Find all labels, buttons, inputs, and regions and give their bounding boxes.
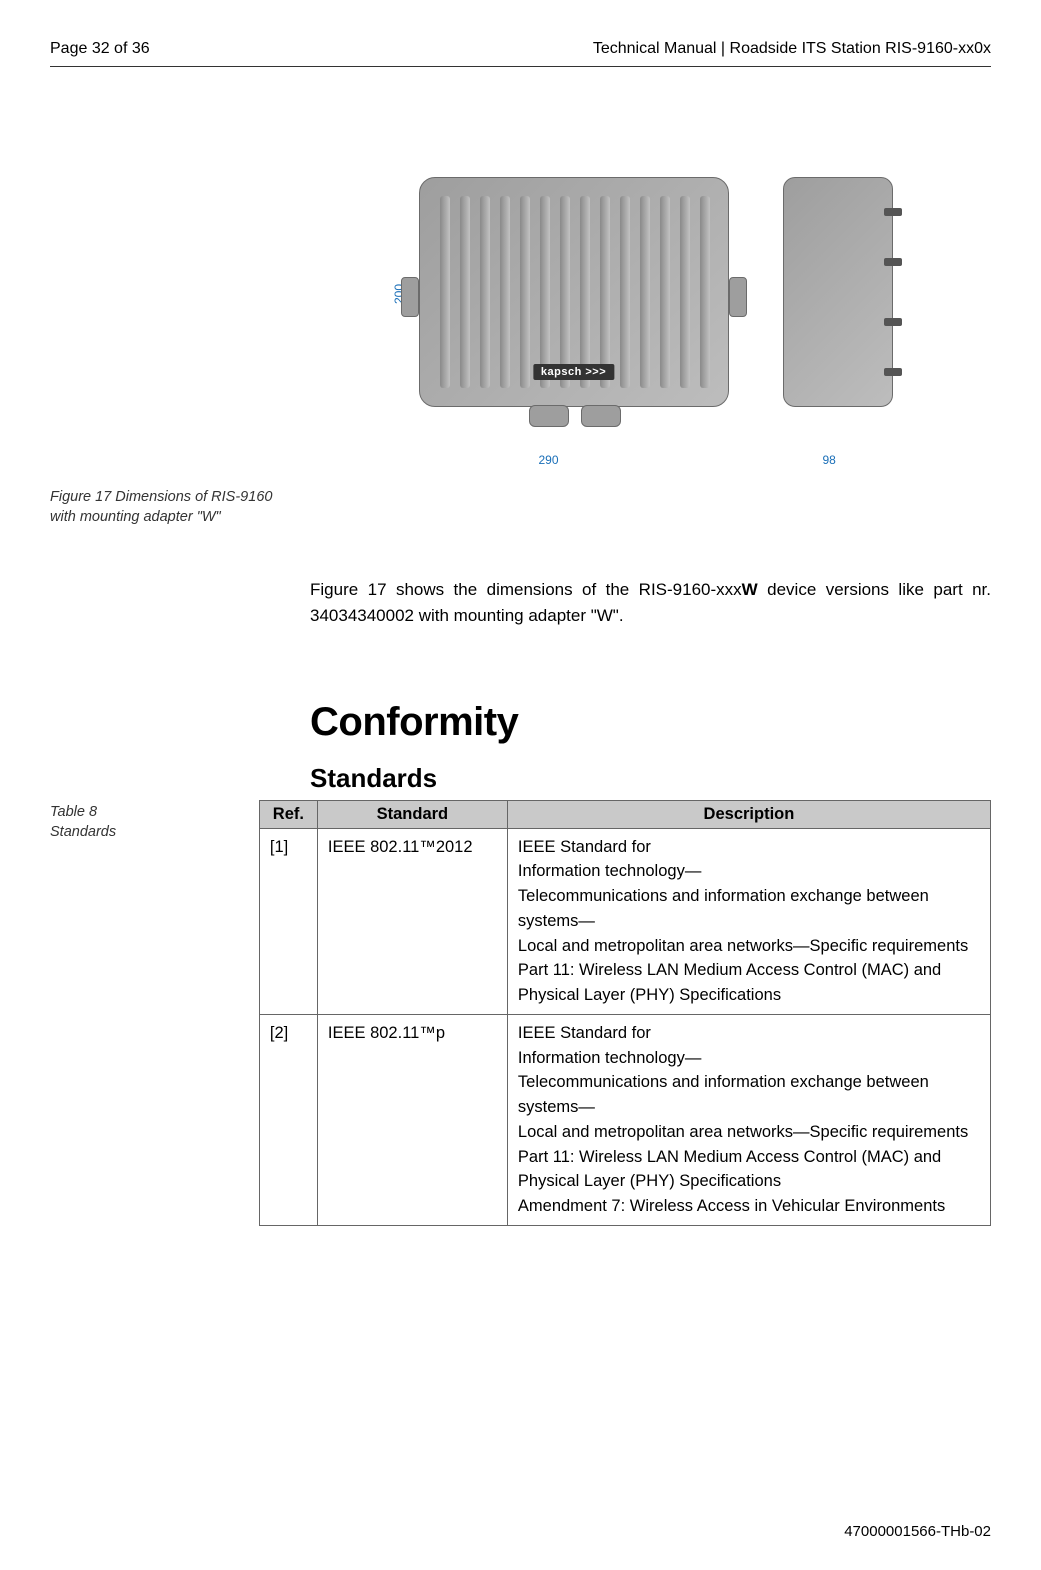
figure-caption: Figure 17 Dimensions of RIS-9160 with mo… <box>50 487 280 537</box>
table-caption: Table 8 Standards <box>50 800 229 1226</box>
cell-description: IEEE Standard for Information technology… <box>507 828 990 1014</box>
figure-image: 200 kapsch >>> <box>310 167 991 467</box>
table-caption-line1: Table 8 <box>50 804 97 820</box>
cell-standard: IEEE 802.11™p <box>317 1014 507 1225</box>
cell-ref: [2] <box>259 1014 317 1225</box>
heading-conformity: Conformity <box>310 700 991 745</box>
table-caption-line2: Standards <box>50 824 116 840</box>
document-title: Technical Manual | Roadside ITS Station … <box>593 40 991 58</box>
dimension-width: 290 <box>539 453 559 467</box>
cell-ref: [1] <box>259 828 317 1014</box>
device-front-view: 200 kapsch >>> <box>389 167 749 467</box>
heading-standards: Standards <box>310 763 991 794</box>
page-header: Page 32 of 36 Technical Manual | Roadsid… <box>50 40 991 67</box>
body-text-prefix: Figure 17 shows the dimensions of the RI… <box>310 580 742 599</box>
document-id: 47000001566-THb-02 <box>844 1523 991 1540</box>
figure-description: Figure 17 shows the dimensions of the RI… <box>310 577 991 630</box>
body-text-bold: W <box>742 580 758 599</box>
page-number: Page 32 of 36 <box>50 40 150 58</box>
table-header-description: Description <box>507 800 990 828</box>
cell-description: IEEE Standard for Information technology… <box>507 1014 990 1225</box>
table-header-ref: Ref. <box>259 800 317 828</box>
margin-column <box>50 117 280 487</box>
dimension-depth: 98 <box>823 453 836 467</box>
table-row: [2] IEEE 802.11™p IEEE Standard for Info… <box>259 1014 990 1225</box>
table-header-standard: Standard <box>317 800 507 828</box>
device-side-view: 98 <box>773 167 913 467</box>
table-row: [1] IEEE 802.11™2012 IEEE Standard for I… <box>259 828 990 1014</box>
brand-logo: kapsch >>> <box>533 364 614 380</box>
standards-table: Ref. Standard Description [1] IEEE 802.1… <box>259 800 991 1226</box>
cell-standard: IEEE 802.11™2012 <box>317 828 507 1014</box>
